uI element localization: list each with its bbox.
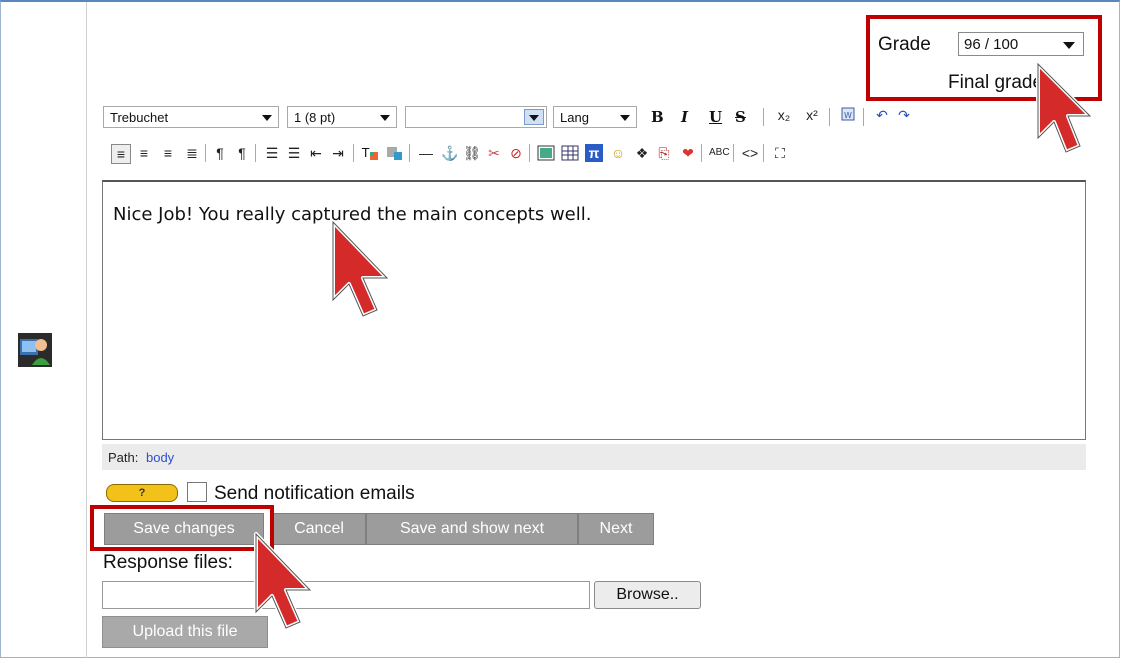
- table-icon[interactable]: [561, 144, 579, 162]
- align-justify-icon[interactable]: ≣: [183, 144, 201, 162]
- next-button[interactable]: Next: [578, 513, 654, 545]
- background-color-icon[interactable]: [385, 144, 403, 162]
- paste-word-icon[interactable]: W: [839, 106, 857, 124]
- underline-button[interactable]: U: [709, 108, 722, 126]
- media-icon[interactable]: ❖: [633, 144, 651, 162]
- numbered-list-icon[interactable]: ☰: [263, 144, 281, 162]
- rtl-icon[interactable]: ¶: [233, 144, 251, 162]
- font-family-select[interactable]: Trebuchet: [103, 106, 279, 128]
- link-icon[interactable]: ⛓: [463, 144, 481, 162]
- nolink-icon[interactable]: ⊘: [507, 144, 525, 162]
- toolbar-separator: [205, 144, 206, 162]
- editor-textarea[interactable]: Nice Job! You really captured the main c…: [102, 180, 1086, 440]
- italic-button[interactable]: I: [681, 108, 688, 126]
- send-notification-label: Send notification emails: [214, 483, 415, 504]
- undo-icon[interactable]: ↶: [873, 106, 891, 124]
- toolbar-separator: [763, 144, 764, 162]
- path-bar: Path: body: [102, 444, 1086, 470]
- bullet-list-icon[interactable]: ☰: [285, 144, 303, 162]
- cursor-arrow-icon: [1036, 62, 1092, 154]
- left-column: [12, 2, 87, 658]
- bold-button[interactable]: B: [651, 108, 664, 126]
- toolbar-separator: [829, 108, 830, 126]
- smiley-icon[interactable]: ☺: [609, 144, 627, 162]
- align-right-icon[interactable]: ≡: [159, 144, 177, 162]
- unlink-icon[interactable]: ✂: [485, 144, 503, 162]
- cursor-arrow-icon: [331, 220, 389, 318]
- browse-button[interactable]: Browse..: [594, 581, 701, 609]
- svg-text:T: T: [361, 146, 370, 160]
- response-files-label: Response files:: [103, 552, 233, 573]
- ltr-icon[interactable]: ¶: [211, 144, 229, 162]
- font-size-value: 1 (8 pt): [294, 110, 336, 125]
- font-size-select[interactable]: 1 (8 pt): [287, 106, 397, 128]
- anchor-icon[interactable]: ⚓: [441, 144, 459, 162]
- superscript-icon[interactable]: x²: [803, 106, 821, 124]
- chevron-down-icon: [380, 115, 390, 121]
- strikethrough-button[interactable]: S: [735, 108, 746, 126]
- cursor-arrow-icon: [254, 532, 312, 630]
- toolbar-separator: [255, 144, 256, 162]
- path-link-body[interactable]: body: [146, 450, 174, 465]
- lang-select[interactable]: Lang: [553, 106, 637, 128]
- font-family-value: Trebuchet: [110, 110, 169, 125]
- indent-icon[interactable]: ⇥: [329, 144, 347, 162]
- user-avatar: [18, 333, 52, 367]
- format-select[interactable]: [405, 106, 547, 128]
- dropdown-button[interactable]: [524, 109, 544, 125]
- fullscreen-icon[interactable]: ⛶: [771, 144, 789, 162]
- svg-text:W: W: [844, 111, 852, 120]
- chevron-down-icon: [262, 115, 272, 121]
- text-color-icon[interactable]: T: [361, 144, 379, 162]
- align-left-icon[interactable]: ≡: [111, 144, 131, 164]
- toolbar-separator: [733, 144, 734, 162]
- toolbar-separator: [863, 108, 864, 126]
- html-source-icon[interactable]: <>: [741, 144, 759, 162]
- help-icon[interactable]: ?: [106, 484, 178, 502]
- save-highlight-box: [90, 505, 274, 551]
- save-and-show-next-button[interactable]: Save and show next: [366, 513, 578, 545]
- chevron-down-icon: [620, 115, 630, 121]
- send-notification-checkbox[interactable]: [187, 482, 207, 502]
- lang-value: Lang: [560, 110, 589, 125]
- outdent-icon[interactable]: ⇤: [307, 144, 325, 162]
- editor-toolbar-row-2: ≡ ≡ ≡ ≣ ¶ ¶ ☰ ☰ ⇤ ⇥ T — ⚓ ⛓ ✂ ⊘ π ☺ ❖ ⎘ …: [103, 138, 1093, 172]
- spellcheck-icon[interactable]: ABC: [709, 144, 730, 162]
- redo-icon[interactable]: ↷: [895, 106, 913, 124]
- path-label: Path:: [108, 450, 139, 465]
- help-icon-text: ?: [138, 487, 146, 499]
- horizontal-rule-icon[interactable]: —: [417, 144, 435, 162]
- file-path-input[interactable]: [102, 581, 590, 609]
- toolbar-separator: [353, 144, 354, 162]
- upload-file-button[interactable]: Upload this file: [102, 616, 268, 648]
- subscript-icon[interactable]: x₂: [775, 106, 793, 124]
- toolbar-separator: [701, 144, 702, 162]
- image-icon[interactable]: [537, 144, 555, 162]
- toolbar-separator: [529, 144, 530, 162]
- align-center-icon[interactable]: ≡: [135, 144, 153, 162]
- spell-heart-icon[interactable]: ❤: [679, 144, 697, 162]
- toolbar-separator: [409, 144, 410, 162]
- find-replace-icon[interactable]: ⎘: [655, 144, 673, 162]
- toolbar-separator: [763, 108, 764, 126]
- math-pi-icon[interactable]: π: [585, 144, 603, 162]
- chevron-down-icon: [529, 115, 539, 121]
